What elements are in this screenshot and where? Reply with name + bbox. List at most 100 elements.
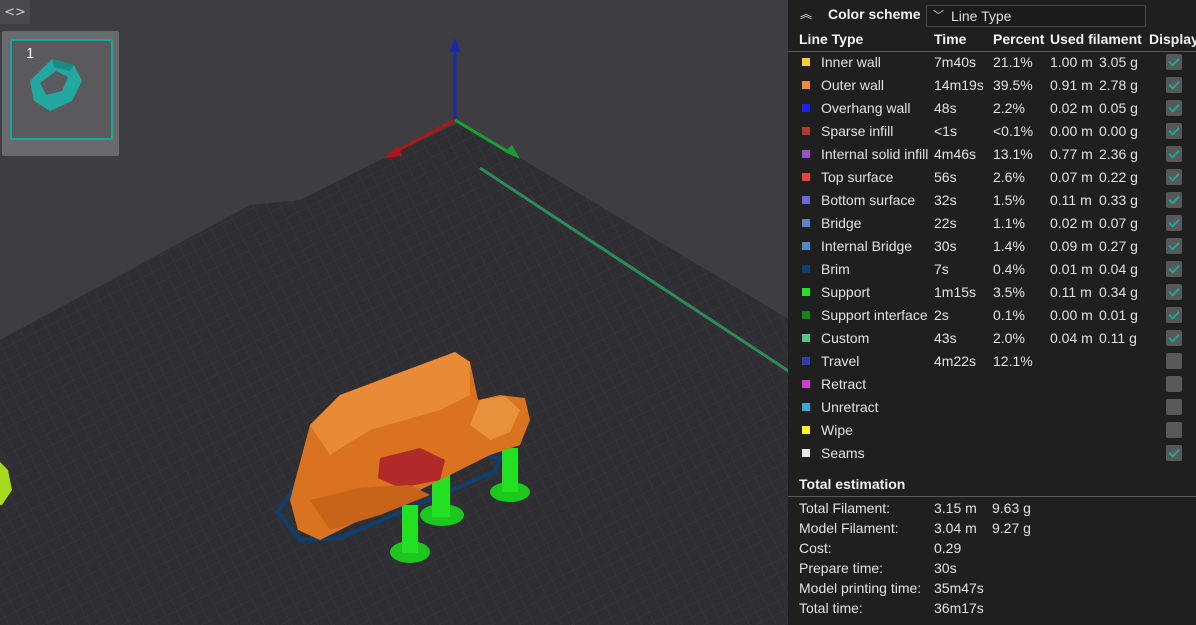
color-swatch: [802, 219, 810, 227]
display-checkbox[interactable]: [1166, 169, 1182, 185]
display-checkbox[interactable]: [1166, 54, 1182, 70]
legend-row: Custom 43s 2.0% 0.04 m 0.11 g: [788, 327, 1196, 350]
line-type-percent: 1.5%: [993, 192, 1025, 208]
line-type-weight: 0.00 g: [1099, 123, 1138, 139]
legend-row: Seams: [788, 442, 1196, 465]
plate-thumbnail[interactable]: 1: [2, 31, 119, 156]
line-type-percent: <0.1%: [993, 123, 1034, 139]
line-type-percent: 39.5%: [993, 77, 1033, 93]
line-type-length: 0.02 m: [1050, 215, 1093, 231]
line-type-time: 7m40s: [934, 54, 977, 70]
display-checkbox[interactable]: [1166, 399, 1182, 415]
display-checkbox[interactable]: [1166, 307, 1182, 323]
display-checkbox[interactable]: [1166, 100, 1182, 116]
line-type-percent: 0.1%: [993, 307, 1025, 323]
line-type-name: Unretract: [821, 399, 879, 415]
line-type-weight: 0.34 g: [1099, 284, 1138, 300]
total-estimation-title: Total estimation: [799, 476, 906, 492]
line-type-name: Overhang wall: [821, 100, 911, 116]
line-type-percent: 21.1%: [993, 54, 1033, 70]
plate-thumbnail-frame[interactable]: 1: [10, 39, 113, 140]
line-type-length: 1.00 m: [1050, 54, 1093, 70]
line-type-time: 2s: [934, 307, 949, 323]
color-swatch: [802, 288, 810, 296]
line-type-time: 7s: [934, 261, 949, 277]
line-type-length: 0.07 m: [1050, 169, 1093, 185]
color-swatch: [802, 173, 810, 181]
line-type-weight: 2.78 g: [1099, 77, 1138, 93]
color-scheme-select[interactable]: ﹀ Line Type: [926, 5, 1146, 27]
display-checkbox[interactable]: [1166, 376, 1182, 392]
line-type-length: 0.02 m: [1050, 100, 1093, 116]
color-swatch: [802, 449, 810, 457]
3d-viewport[interactable]: <> 1: [0, 0, 790, 625]
legend-row: Travel 4m22s 12.1%: [788, 350, 1196, 373]
display-checkbox[interactable]: [1166, 261, 1182, 277]
line-type-weight: 3.05 g: [1099, 54, 1138, 70]
display-checkbox[interactable]: [1166, 353, 1182, 369]
line-type-name: Support: [821, 284, 871, 300]
color-swatch: [802, 150, 810, 158]
color-swatch: [802, 265, 810, 273]
legend-row: Overhang wall 48s 2.2% 0.02 m 0.05 g: [788, 97, 1196, 120]
line-type-time: <1s: [934, 123, 957, 139]
collapse-chevron-icon[interactable]: ︽: [800, 5, 812, 22]
line-type-name: Custom: [821, 330, 870, 346]
total-separator: [788, 496, 1196, 497]
display-checkbox[interactable]: [1166, 238, 1182, 254]
display-checkbox[interactable]: [1166, 123, 1182, 139]
line-type-name: Internal solid infill: [821, 146, 929, 162]
color-swatch: [802, 380, 810, 388]
legend-row: Retract: [788, 373, 1196, 396]
display-checkbox[interactable]: [1166, 284, 1182, 300]
display-checkbox[interactable]: [1166, 77, 1182, 93]
total-value: 3.04 m: [934, 520, 977, 536]
total-value-secondary: 9.27 g: [992, 520, 1031, 536]
legend-panel: ︽ Color scheme ﹀ Line Type Line Type Tim…: [788, 0, 1196, 625]
color-swatch: [802, 81, 810, 89]
legend-row: Unretract: [788, 396, 1196, 419]
total-value: 35m47s: [934, 580, 984, 596]
total-label: Model Filament:: [799, 520, 899, 536]
legend-row: Internal solid infill 4m46s 13.1% 0.77 m 2.3…: [788, 143, 1196, 166]
display-checkbox[interactable]: [1166, 146, 1182, 162]
header-percent: Percent: [993, 31, 1045, 47]
line-type-time: 4m46s: [934, 146, 977, 162]
line-type-name: Internal Bridge: [821, 238, 913, 254]
line-type-weight: 0.07 g: [1099, 215, 1138, 231]
total-row: Prepare time: 30s: [788, 560, 1196, 580]
color-scheme-label: Color scheme: [828, 6, 921, 22]
legend-row: Wipe: [788, 419, 1196, 442]
line-type-time: 30s: [934, 238, 957, 254]
line-type-percent: 13.1%: [993, 146, 1033, 162]
line-type-name: Bottom surface: [821, 192, 916, 208]
legend-row: Internal Bridge 30s 1.4% 0.09 m 0.27 g: [788, 235, 1196, 258]
color-swatch: [802, 196, 810, 204]
line-type-weight: 0.05 g: [1099, 100, 1138, 116]
line-type-percent: 2.2%: [993, 100, 1025, 116]
total-row: Model Filament: 3.04 m 9.27 g: [788, 520, 1196, 540]
plate-model-preview: [30, 59, 82, 111]
line-type-weight: 0.33 g: [1099, 192, 1138, 208]
display-checkbox[interactable]: [1166, 192, 1182, 208]
display-checkbox[interactable]: [1166, 330, 1182, 346]
legend-row: Support 1m15s 3.5% 0.11 m 0.34 g: [788, 281, 1196, 304]
collapse-toggle-button[interactable]: <>: [0, 0, 30, 24]
legend-row: Brim 7s 0.4% 0.01 m 0.04 g: [788, 258, 1196, 281]
line-type-weight: 0.27 g: [1099, 238, 1138, 254]
legend-row: Outer wall 14m19s 39.5% 0.91 m 2.78 g: [788, 74, 1196, 97]
line-type-weight: 0.22 g: [1099, 169, 1138, 185]
display-checkbox[interactable]: [1166, 422, 1182, 438]
total-value: 3.15 m: [934, 500, 977, 516]
line-type-percent: 2.6%: [993, 169, 1025, 185]
line-type-name: Wipe: [821, 422, 853, 438]
total-label: Model printing time:: [799, 580, 922, 596]
z-axis-arrow: [449, 38, 461, 52]
line-type-length: 0.77 m: [1050, 146, 1093, 162]
line-type-name: Retract: [821, 376, 867, 392]
header-time: Time: [934, 31, 967, 47]
display-checkbox[interactable]: [1166, 445, 1182, 461]
display-checkbox[interactable]: [1166, 215, 1182, 231]
color-swatch: [802, 58, 810, 66]
line-type-weight: 0.04 g: [1099, 261, 1138, 277]
